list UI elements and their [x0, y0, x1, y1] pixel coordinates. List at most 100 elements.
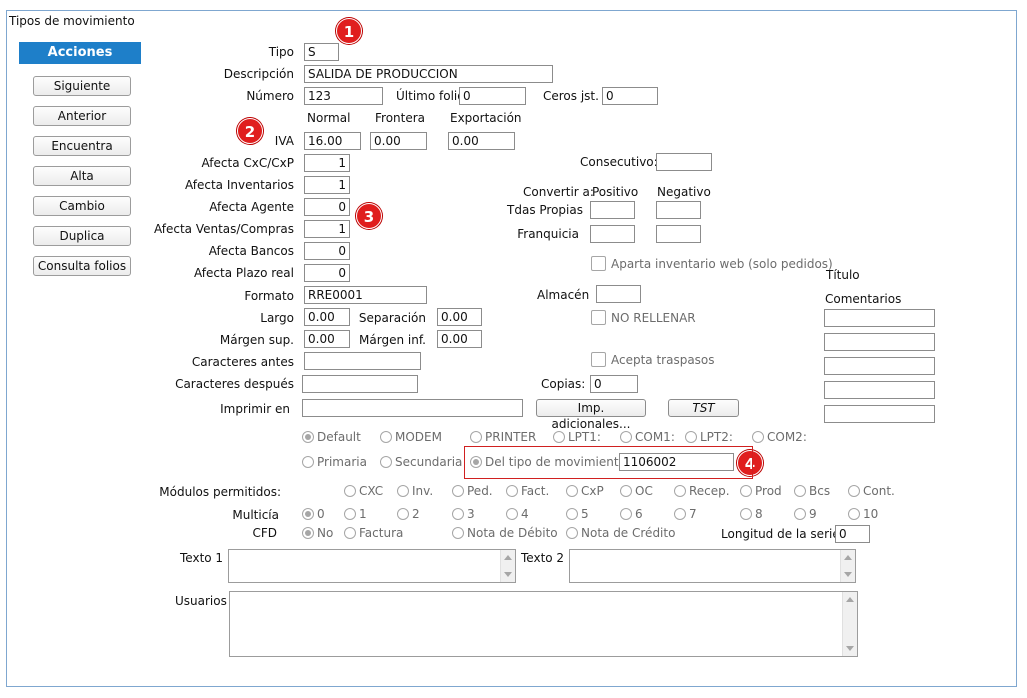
- duplica-button[interactable]: Duplica: [33, 226, 131, 246]
- afecta-bancos-input[interactable]: 0: [304, 242, 350, 260]
- radio-dot: [794, 508, 806, 520]
- scroll-down-icon[interactable]: [844, 572, 852, 577]
- tdas-propias-negativo-input[interactable]: [656, 201, 701, 219]
- radio-dot: [752, 431, 764, 443]
- negativo-label: Negativo: [657, 185, 711, 199]
- ceros-input[interactable]: 0: [602, 87, 658, 105]
- radio-multicia-1[interactable]: 1: [344, 507, 367, 521]
- radio-dot: [302, 527, 314, 539]
- comentario-input-2[interactable]: [824, 333, 935, 351]
- almacen-label: Almacén: [537, 288, 590, 302]
- longitud-serie-input[interactable]: 0: [835, 525, 870, 543]
- caracteres-antes-input[interactable]: [304, 352, 421, 370]
- scroll-up-icon[interactable]: [504, 555, 512, 560]
- radio-multicia-2[interactable]: 2: [397, 507, 420, 521]
- texto2-textarea[interactable]: [569, 549, 856, 583]
- radio-multicia-5[interactable]: 5: [566, 507, 589, 521]
- scroll-down-icon[interactable]: [504, 572, 512, 577]
- formato-input[interactable]: RRE0001: [304, 286, 427, 304]
- iva-normal-input[interactable]: 16.00: [304, 132, 361, 150]
- franquicia-positivo-input[interactable]: [590, 225, 635, 243]
- radio-secundaria[interactable]: Secundaria: [380, 455, 462, 469]
- radio-primaria[interactable]: Primaria: [302, 455, 367, 469]
- radio-mod-bcs[interactable]: Bcs: [794, 484, 830, 498]
- encuentra-button[interactable]: Encuentra: [33, 136, 131, 156]
- comentario-input-3[interactable]: [824, 357, 935, 375]
- afecta-inventarios-input[interactable]: 1: [304, 176, 350, 194]
- imprimir-en-input[interactable]: [302, 399, 523, 417]
- radio-mod-oc[interactable]: OC: [620, 484, 653, 498]
- radio-mod-inv[interactable]: Inv.: [397, 484, 433, 498]
- imp-adicionales-button[interactable]: Imp. adicionales...: [536, 399, 646, 431]
- scroll-up-icon[interactable]: [846, 597, 854, 602]
- iva-exportacion-input[interactable]: 0.00: [448, 132, 515, 150]
- comentario-input-1[interactable]: [824, 309, 935, 327]
- anterior-button[interactable]: Anterior: [33, 106, 131, 126]
- copias-input[interactable]: 0: [590, 375, 638, 393]
- afecta-cxc-input[interactable]: 1: [304, 154, 350, 172]
- scrollbar[interactable]: [840, 550, 855, 582]
- radio-multicia-8[interactable]: 8: [740, 507, 763, 521]
- numero-input[interactable]: 123: [304, 87, 383, 105]
- radio-printer[interactable]: PRINTER: [470, 430, 536, 444]
- aparta-inventario-checkbox[interactable]: Aparta inventario web (solo pedidos): [591, 256, 833, 272]
- radio-com1[interactable]: COM1:: [620, 430, 675, 444]
- usuarios-textarea[interactable]: [229, 591, 858, 657]
- afecta-ventas-input[interactable]: 1: [304, 220, 350, 238]
- no-rellenar-checkbox[interactable]: NO RELLENAR: [591, 310, 696, 326]
- almacen-input[interactable]: [596, 285, 641, 303]
- scrollbar[interactable]: [842, 592, 857, 656]
- del-tipo-input[interactable]: 1106002: [619, 453, 734, 471]
- radio-multicia-6[interactable]: 6: [620, 507, 643, 521]
- radio-mod-ped[interactable]: Ped.: [452, 484, 493, 498]
- radio-cfd-nota-debito[interactable]: Nota de Débito: [452, 526, 558, 540]
- tdas-propias-positivo-input[interactable]: [590, 201, 635, 219]
- scrollbar[interactable]: [500, 550, 515, 582]
- tipo-input[interactable]: S: [304, 43, 339, 61]
- consecutivo-input[interactable]: [656, 153, 712, 171]
- radio-multicia-3[interactable]: 3: [452, 507, 475, 521]
- tst-button[interactable]: TST: [668, 399, 739, 417]
- radio-multicia-0[interactable]: 0: [302, 507, 325, 521]
- descripcion-input[interactable]: SALIDA DE PRODUCCION: [304, 65, 553, 83]
- scroll-down-icon[interactable]: [846, 646, 854, 651]
- radio-cfd-factura[interactable]: Factura: [344, 526, 403, 540]
- radio-mod-cont[interactable]: Cont.: [848, 484, 895, 498]
- radio-cfd-nota-credito[interactable]: Nota de Crédito: [566, 526, 675, 540]
- afecta-plazo-input[interactable]: 0: [304, 264, 350, 282]
- margen-sup-input[interactable]: 0.00: [304, 330, 350, 348]
- separacion-input[interactable]: 0.00: [437, 308, 482, 326]
- siguiente-button[interactable]: Siguiente: [33, 76, 131, 96]
- iva-frontera-input[interactable]: 0.00: [370, 132, 427, 150]
- largo-input[interactable]: 0.00: [304, 308, 350, 326]
- radio-multicia-10[interactable]: 10: [848, 507, 878, 521]
- franquicia-negativo-input[interactable]: [656, 225, 701, 243]
- comentario-input-4[interactable]: [824, 381, 935, 399]
- radio-del-tipo[interactable]: Del tipo de movimiento: [470, 455, 626, 469]
- scroll-up-icon[interactable]: [844, 555, 852, 560]
- comentario-input-5[interactable]: [824, 405, 935, 423]
- radio-lpt1[interactable]: LPT1:: [553, 430, 601, 444]
- consulta-folios-button[interactable]: Consulta folios: [33, 256, 131, 276]
- alta-button[interactable]: Alta: [33, 166, 131, 186]
- radio-mod-cxp[interactable]: CxP: [566, 484, 604, 498]
- acepta-traspasos-checkbox[interactable]: Acepta traspasos: [591, 352, 715, 368]
- radio-multicia-7[interactable]: 7: [674, 507, 697, 521]
- radio-mod-recep[interactable]: Recep.: [674, 484, 730, 498]
- radio-com2[interactable]: COM2:: [752, 430, 807, 444]
- ultimo-folio-input[interactable]: 0: [459, 87, 526, 105]
- afecta-agente-input[interactable]: 0: [304, 198, 350, 216]
- radio-mod-cxc[interactable]: CXC: [344, 484, 383, 498]
- radio-cfd-no[interactable]: No: [302, 526, 333, 540]
- texto1-textarea[interactable]: [228, 549, 516, 583]
- radio-mod-prod[interactable]: Prod: [740, 484, 782, 498]
- radio-mod-fact[interactable]: Fact.: [506, 484, 549, 498]
- radio-default[interactable]: Default: [302, 430, 361, 444]
- caracteres-despues-input[interactable]: [302, 375, 418, 393]
- cambio-button[interactable]: Cambio: [33, 196, 131, 216]
- margen-inf-input[interactable]: 0.00: [437, 330, 482, 348]
- radio-lpt2[interactable]: LPT2:: [685, 430, 733, 444]
- radio-multicia-9[interactable]: 9: [794, 507, 817, 521]
- radio-modem[interactable]: MODEM: [380, 430, 442, 444]
- radio-multicia-4[interactable]: 4: [506, 507, 529, 521]
